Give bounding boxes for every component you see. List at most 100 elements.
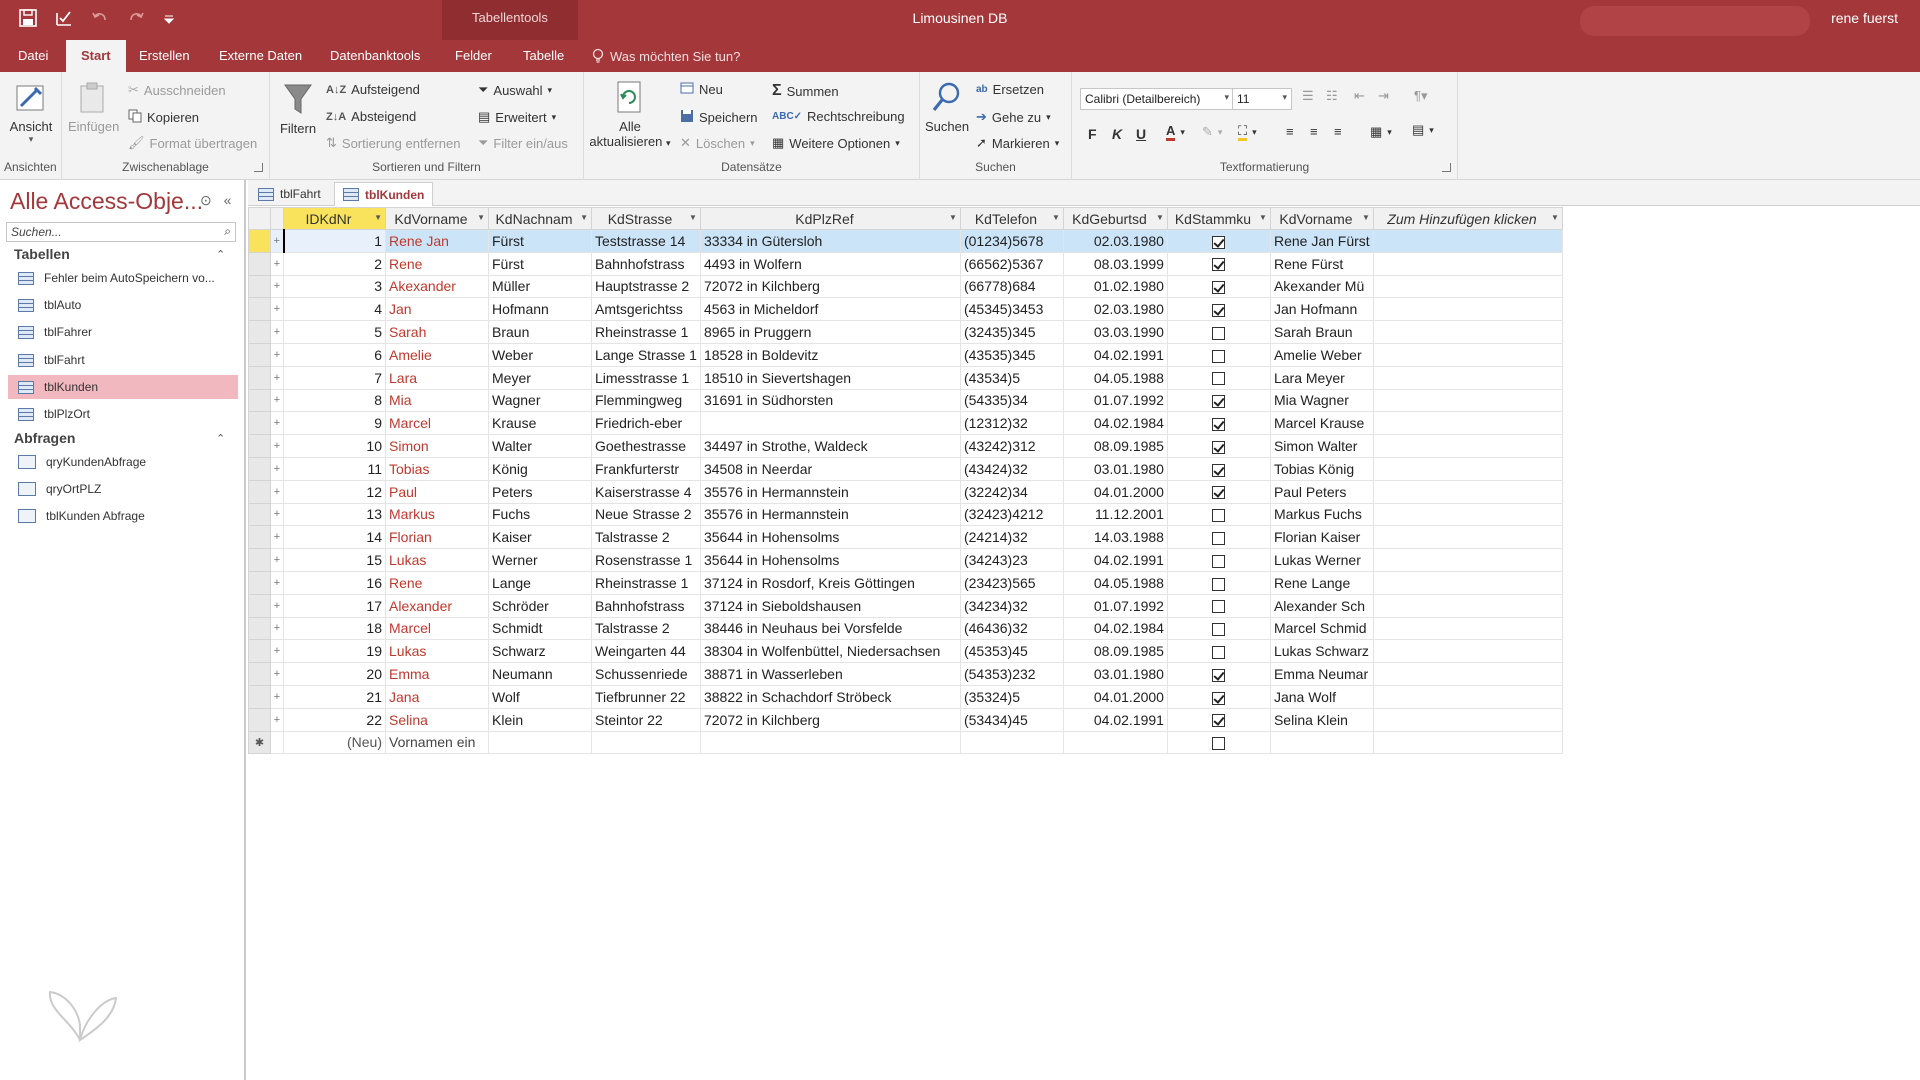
column-dropdown-icon[interactable]: ▼ — [1259, 213, 1267, 222]
cell-kdgeburtsd[interactable]: 04.02.1991 — [1062, 548, 1168, 572]
checkbox-checked[interactable] — [1212, 235, 1226, 249]
suchen-button[interactable]: Suchen — [924, 80, 970, 134]
cell-kdvorname-calc[interactable]: Rene Jan Fürst — [1269, 229, 1374, 253]
cell-kdvorname-calc[interactable]: Marcel Krause — [1269, 411, 1374, 436]
cell-kdtelefon[interactable]: (12312)32 — [959, 411, 1064, 436]
cell-kdnachname[interactable]: Braun — [488, 320, 592, 344]
summen-button[interactable]: Σ Summen — [772, 82, 839, 100]
checkbox-unchecked[interactable] — [1212, 532, 1226, 546]
cell-idkdnr[interactable]: 16 — [283, 570, 386, 595]
increase-indent-button[interactable]: ⇥ — [1378, 88, 1389, 104]
cell-kdstrasse[interactable]: Flemmingweg — [591, 388, 701, 413]
cell-kdvorname[interactable]: Markus — [385, 502, 489, 527]
cell-add-field[interactable] — [1372, 365, 1563, 390]
cell-idkdnr[interactable]: 4 — [283, 297, 386, 322]
fill-color-button[interactable]: ⛶ ▾ — [1238, 124, 1257, 141]
cell-idkdnr[interactable]: 6 — [283, 342, 386, 367]
customize-qat-icon[interactable] — [162, 8, 184, 30]
cell-kdvorname[interactable]: Selina — [385, 707, 489, 732]
underline-button[interactable]: U — [1136, 126, 1146, 142]
weitere-optionen-button[interactable]: ▦ Weitere Optionen ▾ — [772, 135, 900, 151]
column-dropdown-icon[interactable]: ▼ — [1052, 213, 1060, 222]
cell-kdstrasse[interactable]: Rheinstrasse 1 — [591, 570, 701, 595]
cell-kdtelefon[interactable]: (43534)5 — [959, 365, 1064, 390]
cell-empty-new[interactable] — [1372, 730, 1563, 755]
cell-kdgeburtsd[interactable]: 04.02.1984 — [1062, 411, 1168, 436]
column-header-add-field[interactable]: Zum Hinzufügen klicken ▼ — [1372, 207, 1563, 230]
cell-kdgeburtsd[interactable]: 08.09.1985 — [1062, 639, 1168, 664]
cell-empty-new[interactable] — [488, 730, 592, 755]
cell-kdnachname[interactable]: Meyer — [488, 365, 592, 390]
checkbox-checked[interactable] — [1212, 486, 1226, 500]
tab-felder[interactable]: Felder — [455, 48, 492, 63]
cell-kdnachname[interactable]: Wolf — [488, 684, 592, 709]
tab-erstellen[interactable]: Erstellen — [139, 48, 190, 63]
record-selector[interactable] — [248, 229, 271, 253]
font-size-combo[interactable]: 11 ▾ — [1232, 88, 1292, 110]
cell-add-field[interactable] — [1372, 639, 1563, 664]
cell-kdtelefon[interactable]: (32435)345 — [959, 320, 1064, 344]
cell-idkdnr[interactable]: 14 — [283, 525, 386, 550]
nav-item-tblkunden[interactable]: tblKunden — [8, 375, 238, 399]
ansicht-button[interactable]: Ansicht ▾ — [6, 80, 56, 145]
cell-kdnachname[interactable]: König — [488, 456, 592, 481]
highlight-button[interactable]: ✎ ▾ — [1202, 124, 1222, 140]
doc-tab-tblfahrt[interactable]: tblFahrt — [250, 182, 329, 206]
cell-kdvorname-calc[interactable]: Amelie Weber — [1269, 342, 1374, 367]
cell-add-field[interactable] — [1372, 251, 1563, 276]
auswahl-button[interactable]: ⏷ Auswahl ▾ — [478, 82, 552, 98]
nav-section-tabellen[interactable]: Tabellen — [14, 246, 70, 262]
column-header-kdstammkunde[interactable]: KdStammku ▼ — [1166, 207, 1271, 230]
expand-subdatasheet-icon[interactable]: + — [270, 525, 284, 550]
cell-kdgeburtsd[interactable]: 04.02.1984 — [1062, 616, 1168, 641]
cell-kdvorname-calc[interactable]: Rene Lange — [1269, 570, 1374, 595]
cell-kdnachname[interactable]: Kaiser — [488, 525, 592, 550]
save-icon[interactable] — [18, 8, 40, 30]
nav-pane-title[interactable]: Alle Access-Obje... — [10, 188, 203, 215]
cell-kdplzref[interactable] — [699, 411, 961, 436]
new-record-selector-icon[interactable]: ✱ — [248, 730, 271, 755]
tell-me-search[interactable]: Was möchten Sie tun? — [592, 48, 740, 64]
checkbox-unchecked[interactable] — [1212, 554, 1226, 568]
expand-subdatasheet-icon[interactable]: + — [270, 388, 284, 413]
record-selector[interactable] — [248, 662, 271, 686]
cell-kdplzref[interactable]: 38822 in Schachdorf Ströbeck — [699, 684, 961, 709]
cell-kdstrasse[interactable]: Bahnhofstrass — [591, 251, 701, 276]
ausschneiden-button[interactable]: ✂ Ausschneiden — [128, 82, 226, 98]
cell-kdgeburtsd[interactable]: 01.07.1992 — [1062, 593, 1168, 618]
cell-kdvorname[interactable]: Amelie — [385, 342, 489, 367]
column-header-kdplzref[interactable]: KdPlzRef ▼ — [699, 207, 961, 230]
column-header-kdvorname[interactable]: KdVorname ▼ — [385, 207, 489, 230]
cell-kdstrasse[interactable]: Goethestrasse — [591, 434, 701, 458]
expand-subdatasheet-icon[interactable]: + — [270, 548, 284, 572]
cell-add-field[interactable] — [1372, 525, 1563, 550]
nav-item-fehler-autospeichern[interactable]: Fehler beim AutoSpeichern vo... — [8, 266, 238, 290]
record-selector[interactable] — [248, 593, 271, 618]
alle-aktualisieren-button[interactable]: Alle aktualisieren ▾ — [588, 80, 672, 149]
cell-kdstrasse[interactable]: Frankfurterstr — [591, 456, 701, 481]
cell-kdvorname[interactable]: Marcel — [385, 616, 489, 641]
checkbox-checked[interactable] — [1212, 258, 1226, 272]
kopieren-button[interactable]: Kopieren — [128, 109, 199, 126]
column-dropdown-icon[interactable]: ▼ — [1156, 213, 1164, 222]
column-header-kdnachname[interactable]: KdNachnam ▼ — [488, 207, 592, 230]
cell-idkdnr[interactable]: 2 — [283, 251, 386, 276]
font-name-combo[interactable]: Calibri (Detailbereich) ▾ — [1080, 88, 1234, 110]
shutter-bar-collapse-icon[interactable]: « — [224, 192, 232, 208]
cell-kdgeburtsd[interactable]: 03.03.1990 — [1062, 320, 1168, 344]
cell-kdvorname[interactable]: Akexander — [385, 274, 489, 299]
cell-add-field[interactable] — [1372, 662, 1563, 686]
cell-kdgeburtsd[interactable]: 03.01.1980 — [1062, 662, 1168, 686]
cell-kdvorname[interactable]: Alexander — [385, 593, 489, 618]
cell-kdstrasse[interactable]: Talstrasse 2 — [591, 616, 701, 641]
tab-externe-daten[interactable]: Externe Daten — [219, 48, 302, 63]
speichern-button[interactable]: Speichern — [680, 109, 758, 126]
cell-kdnachname[interactable]: Peters — [488, 479, 592, 504]
cell-empty-new[interactable] — [1269, 730, 1374, 755]
cell-add-field[interactable] — [1372, 456, 1563, 481]
cell-add-field[interactable] — [1372, 707, 1563, 732]
absteigend-button[interactable]: Z↓A Absteigend — [326, 109, 416, 124]
cell-idkdnr[interactable]: 8 — [283, 388, 386, 413]
cell-kdnachname[interactable]: Schröder — [488, 593, 592, 618]
column-dropdown-icon[interactable]: ▼ — [1551, 213, 1559, 222]
